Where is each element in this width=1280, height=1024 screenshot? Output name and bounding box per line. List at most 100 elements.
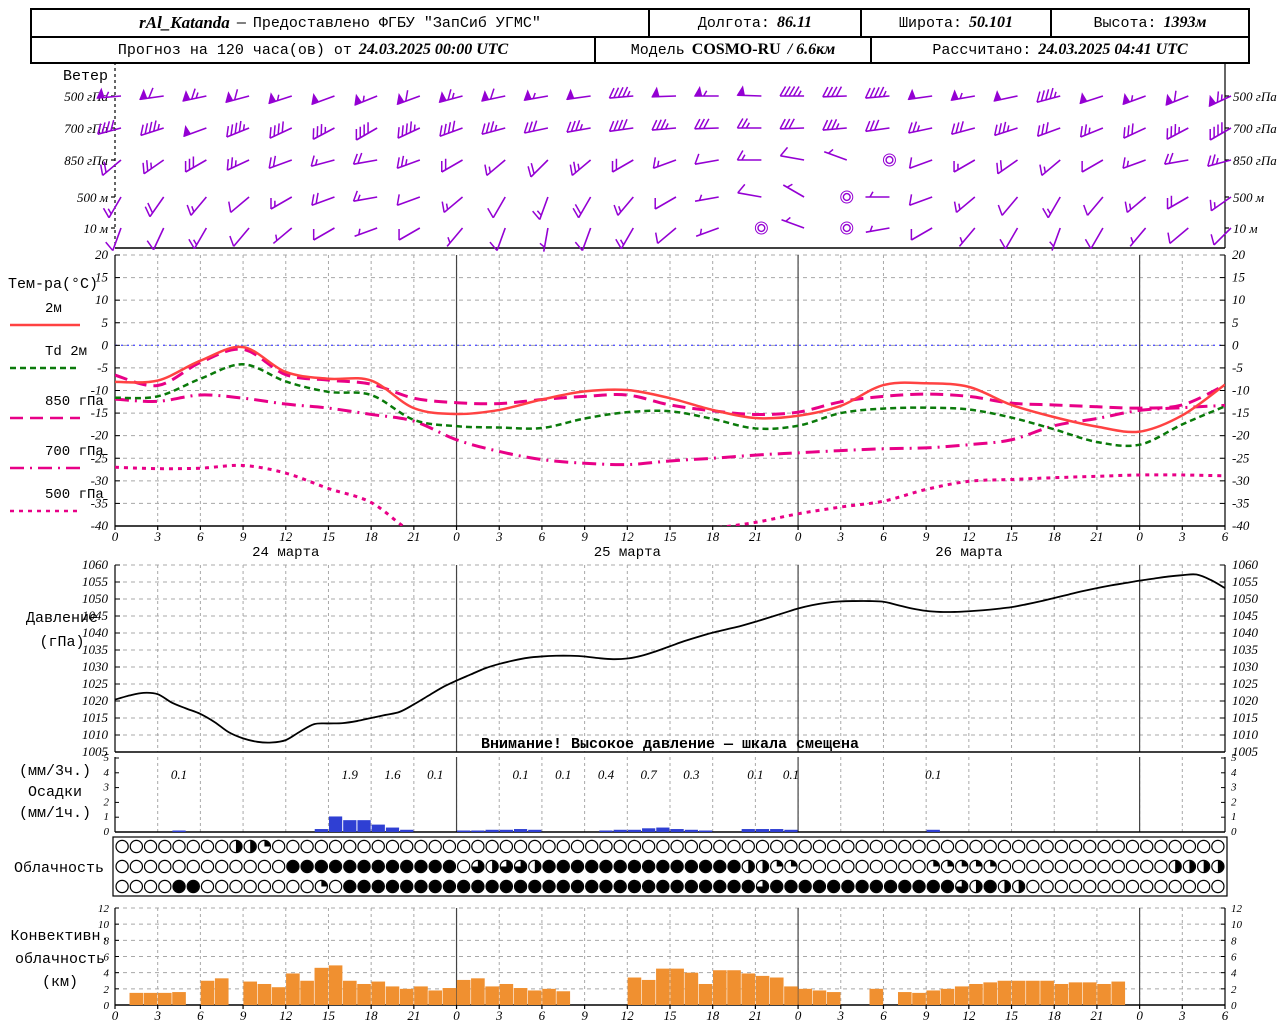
convective-bar xyxy=(1026,980,1040,1005)
svg-text:1040: 1040 xyxy=(1232,625,1259,640)
svg-text:1055: 1055 xyxy=(82,574,109,589)
convective-bar xyxy=(399,988,414,1005)
svg-text:1010: 1010 xyxy=(1232,727,1259,742)
svg-text:12: 12 xyxy=(962,1008,976,1023)
convective-bar xyxy=(1082,982,1097,1005)
convective-bar xyxy=(812,990,827,1005)
cloud-row-верхняя xyxy=(115,839,1225,854)
convective-bar xyxy=(200,980,215,1005)
svg-text:850 гПа: 850 гПа xyxy=(64,153,108,168)
svg-text:1040: 1040 xyxy=(82,625,109,640)
svg-text:0.1: 0.1 xyxy=(427,767,443,782)
precip-bar xyxy=(599,830,613,832)
svg-text:6: 6 xyxy=(197,529,204,544)
svg-text:1035: 1035 xyxy=(1232,642,1259,657)
svg-text:0.1: 0.1 xyxy=(925,767,941,782)
svg-text:-5: -5 xyxy=(1232,360,1243,375)
svg-text:21: 21 xyxy=(1090,1008,1103,1023)
svg-text:0: 0 xyxy=(102,337,109,352)
svg-text:10 м: 10 м xyxy=(1233,221,1258,236)
svg-text:1010: 1010 xyxy=(82,727,109,742)
svg-text:9: 9 xyxy=(240,529,247,544)
svg-text:6: 6 xyxy=(1222,1008,1229,1023)
svg-text:6: 6 xyxy=(880,529,887,544)
convective-bar xyxy=(912,992,926,1005)
convective-bar xyxy=(342,980,357,1005)
svg-text:-40: -40 xyxy=(91,518,109,533)
svg-text:Тем-ра(°C): Тем-ра(°C) xyxy=(8,276,98,293)
svg-text:2: 2 xyxy=(1231,984,1237,996)
svg-text:15: 15 xyxy=(664,529,678,544)
svg-text:2: 2 xyxy=(1231,796,1237,808)
svg-text:(км): (км) xyxy=(42,974,78,991)
convective-bar xyxy=(214,978,229,1005)
convective-bar xyxy=(442,988,457,1005)
convective-bar xyxy=(414,986,428,1005)
svg-text:5: 5 xyxy=(102,315,109,330)
pressure-panel: 1005 10051010 10101015 10151020 10201025 1025… xyxy=(26,557,1259,759)
svg-text:6: 6 xyxy=(539,529,546,544)
svg-text:26 марта: 26 марта xyxy=(935,545,1002,561)
svg-text:2м: 2м xyxy=(45,301,62,317)
convective-bar xyxy=(1068,982,1083,1005)
svg-text:1: 1 xyxy=(1231,811,1237,823)
convective-bar xyxy=(499,983,514,1005)
svg-text:21: 21 xyxy=(1090,529,1103,544)
precip-bar xyxy=(656,827,670,832)
svg-text:-20: -20 xyxy=(1232,428,1250,443)
svg-text:1020: 1020 xyxy=(82,693,109,708)
precip-bar xyxy=(698,830,713,832)
precip-bar xyxy=(613,829,627,832)
svg-text:18: 18 xyxy=(706,1008,720,1023)
precip-bar xyxy=(314,829,328,832)
svg-text:18: 18 xyxy=(365,529,379,544)
svg-text:0: 0 xyxy=(1232,337,1239,352)
svg-text:850 гПа: 850 гПа xyxy=(1233,153,1277,168)
convective-bar xyxy=(428,990,443,1005)
svg-text:21: 21 xyxy=(407,529,420,544)
svg-text:5: 5 xyxy=(1231,752,1237,764)
convective-bar xyxy=(556,991,571,1005)
svg-text:700 гПа: 700 гПа xyxy=(1233,121,1277,136)
precip-bar xyxy=(741,829,755,832)
svg-text:0.1: 0.1 xyxy=(555,767,571,782)
svg-text:18: 18 xyxy=(1048,529,1062,544)
svg-text:1.9: 1.9 xyxy=(342,767,359,782)
svg-text:5: 5 xyxy=(104,752,110,764)
convective-bar xyxy=(712,970,727,1005)
svg-text:-25: -25 xyxy=(1232,450,1250,465)
svg-text:3: 3 xyxy=(1230,782,1237,794)
svg-text:15: 15 xyxy=(1232,270,1246,285)
svg-text:-30: -30 xyxy=(91,473,109,488)
svg-text:(мм/1ч.): (мм/1ч.) xyxy=(19,805,91,822)
svg-text:0.7: 0.7 xyxy=(641,767,658,782)
svg-text:1050: 1050 xyxy=(1232,591,1259,606)
svg-text:0.1: 0.1 xyxy=(783,767,799,782)
convective-bar xyxy=(954,986,969,1005)
svg-text:0.1: 0.1 xyxy=(747,767,763,782)
svg-text:3: 3 xyxy=(153,529,161,544)
meteogram-svg: Ветер 500 гПа 500 гПа 700 гПа 700 гПа 850 гПа… xyxy=(8,62,1277,1023)
svg-text:0: 0 xyxy=(112,1008,119,1023)
cloud-panel: Облачность xyxy=(14,836,1228,897)
svg-text:12: 12 xyxy=(621,529,635,544)
cloud-row-нижняя xyxy=(115,879,1225,894)
svg-text:6: 6 xyxy=(539,1008,546,1023)
svg-text:3: 3 xyxy=(1178,529,1186,544)
svg-text:15: 15 xyxy=(322,529,336,544)
convective-bar xyxy=(129,992,144,1005)
svg-text:6: 6 xyxy=(880,1008,887,1023)
svg-text:0: 0 xyxy=(1231,826,1237,838)
svg-text:850 гПа: 850 гПа xyxy=(45,394,104,410)
svg-text:0.3: 0.3 xyxy=(683,767,700,782)
convective-bar xyxy=(300,980,314,1005)
svg-text:0.1: 0.1 xyxy=(171,767,187,782)
convective-bar xyxy=(769,977,784,1005)
svg-text:3: 3 xyxy=(103,782,110,794)
svg-text:15: 15 xyxy=(1005,529,1019,544)
svg-text:1045: 1045 xyxy=(1232,608,1259,623)
svg-text:1030: 1030 xyxy=(1232,659,1259,674)
svg-text:-5: -5 xyxy=(97,360,108,375)
svg-text:0: 0 xyxy=(1231,1000,1237,1012)
svg-text:Внимание! Высокое давление — ш: Внимание! Высокое давление — шкала смеще… xyxy=(481,736,859,753)
